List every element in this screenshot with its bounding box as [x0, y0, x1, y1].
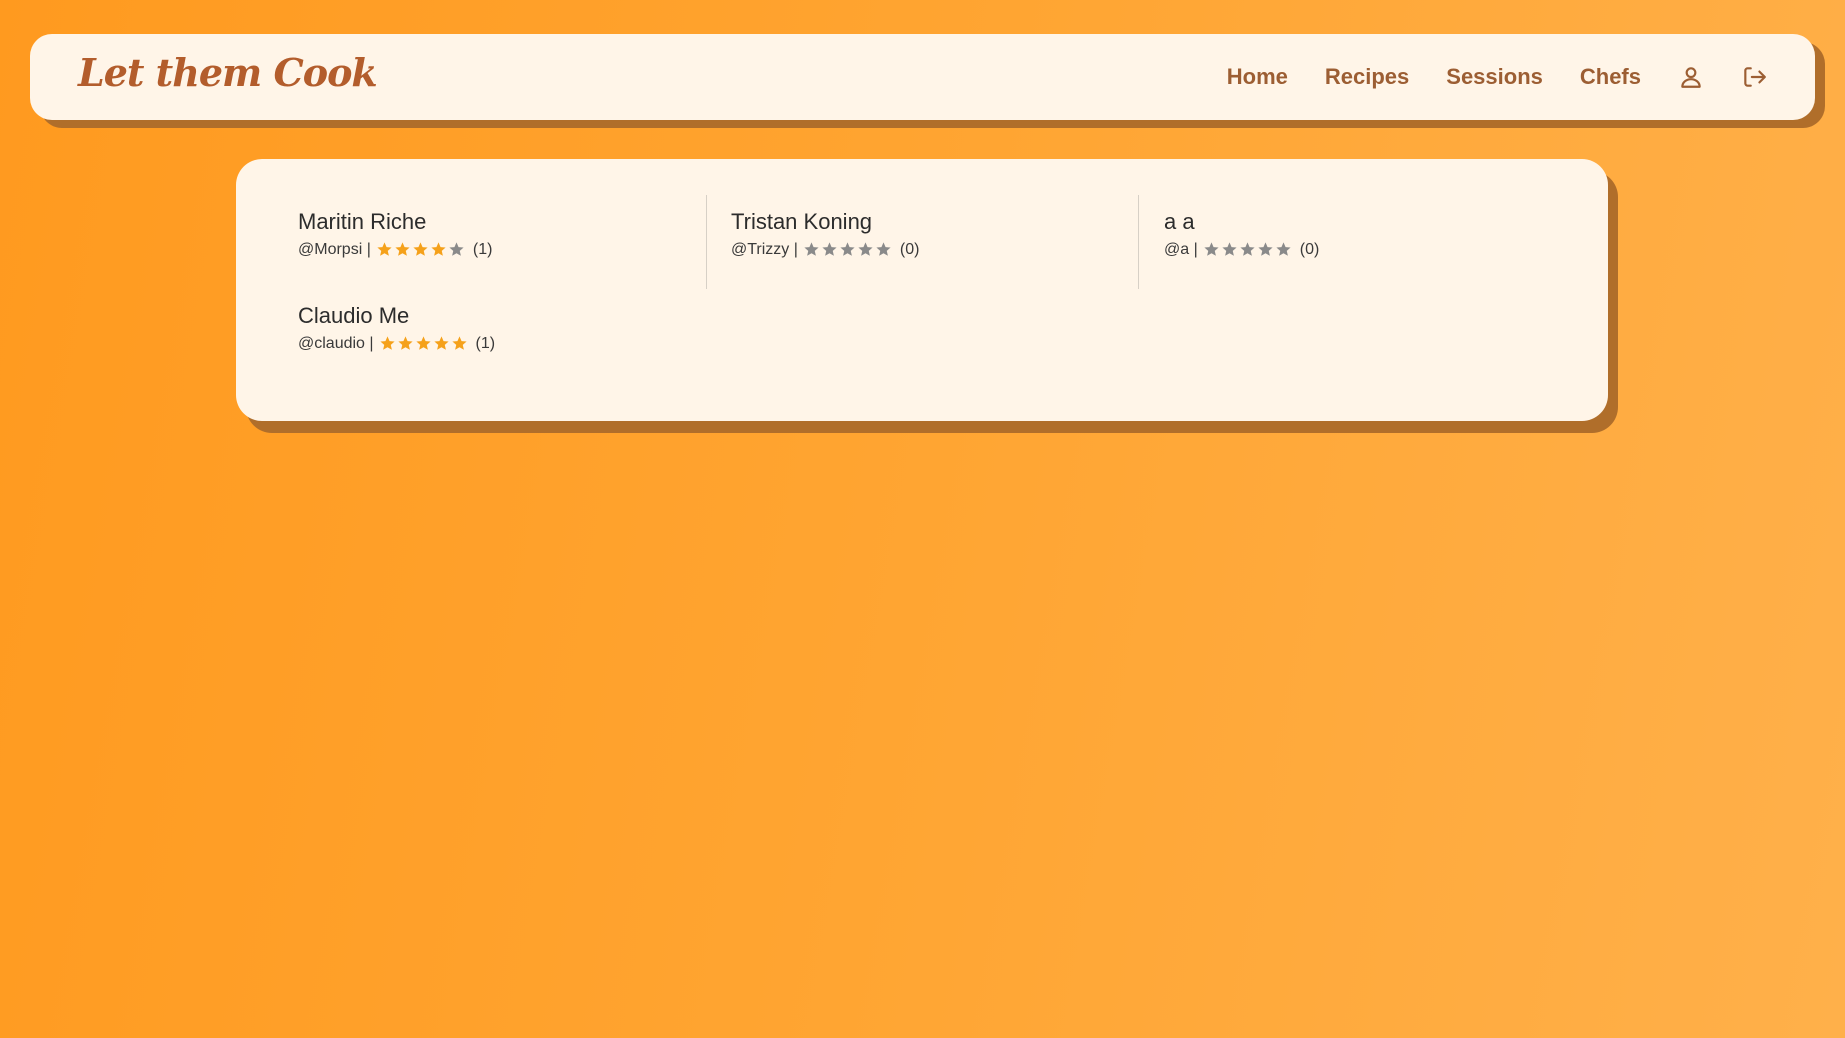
star-empty-icon: [822, 242, 837, 257]
chef-meta: @a | (0): [1164, 241, 1564, 258]
rating-stars: [803, 241, 893, 258]
star-filled-icon: [397, 336, 413, 351]
star-filled-icon: [413, 242, 428, 257]
chef-handle: @Trizzy |: [731, 240, 798, 258]
star-empty-icon: [1222, 242, 1237, 257]
chef-meta: @Morpsi | (1): [298, 241, 698, 258]
star-filled-icon: [433, 336, 449, 351]
rating-stars: [376, 241, 466, 258]
chef-handle: @claudio |: [298, 334, 374, 352]
rating-stars: [379, 335, 469, 352]
star-empty-icon: [876, 242, 891, 257]
chef-item[interactable]: Claudio Me @claudio | (1): [298, 303, 698, 352]
rating-stars: [1203, 241, 1293, 258]
chef-name[interactable]: Maritin Riche: [298, 209, 698, 235]
rating-count: (0): [1299, 240, 1320, 258]
nav-link-chefs[interactable]: Chefs: [1580, 66, 1641, 88]
nav-menu: Home Recipes Sessions Chefs: [1190, 34, 1767, 120]
star-filled-icon: [431, 242, 446, 257]
chef-handle: @a |: [1164, 240, 1198, 258]
star-filled-icon: [451, 336, 467, 351]
star-empty-icon: [1276, 242, 1291, 257]
chefs-card: Maritin Riche @Morpsi | (1) Tristan Koni…: [236, 159, 1608, 421]
nav-link-home[interactable]: Home: [1227, 66, 1288, 88]
nav-link-sessions[interactable]: Sessions: [1446, 66, 1543, 88]
star-filled-icon: [377, 242, 392, 257]
chef-meta: @Trizzy | (0): [731, 241, 1131, 258]
star-empty-icon: [1240, 242, 1255, 257]
star-empty-icon: [804, 242, 819, 257]
column-divider: [1138, 195, 1139, 289]
chef-name[interactable]: Tristan Koning: [731, 209, 1131, 235]
column-divider: [706, 195, 707, 289]
star-filled-icon: [379, 336, 395, 351]
logout-icon[interactable]: [1741, 64, 1767, 90]
chef-item[interactable]: Maritin Riche @Morpsi | (1): [298, 209, 698, 258]
rating-count: (1): [475, 334, 496, 352]
nav-link-recipes[interactable]: Recipes: [1325, 66, 1409, 88]
star-empty-icon: [840, 242, 855, 257]
chef-handle: @Morpsi |: [298, 240, 371, 258]
chef-item[interactable]: Tristan Koning @Trizzy | (0): [731, 209, 1131, 258]
rating-count: (0): [899, 240, 920, 258]
star-empty-icon: [449, 242, 464, 257]
star-filled-icon: [415, 336, 431, 351]
star-empty-icon: [1204, 242, 1219, 257]
chef-name[interactable]: a a: [1164, 209, 1564, 235]
star-filled-icon: [395, 242, 410, 257]
chef-meta: @claudio | (1): [298, 335, 698, 352]
star-empty-icon: [858, 242, 873, 257]
chef-item[interactable]: a a @a | (0): [1164, 209, 1564, 258]
chef-name[interactable]: Claudio Me: [298, 303, 698, 329]
user-icon[interactable]: [1678, 64, 1704, 90]
navbar: Let them Cook Home Recipes Sessions Chef…: [30, 34, 1815, 120]
logo[interactable]: Let them Cook: [78, 50, 378, 96]
star-empty-icon: [1258, 242, 1273, 257]
rating-count: (1): [472, 240, 493, 258]
